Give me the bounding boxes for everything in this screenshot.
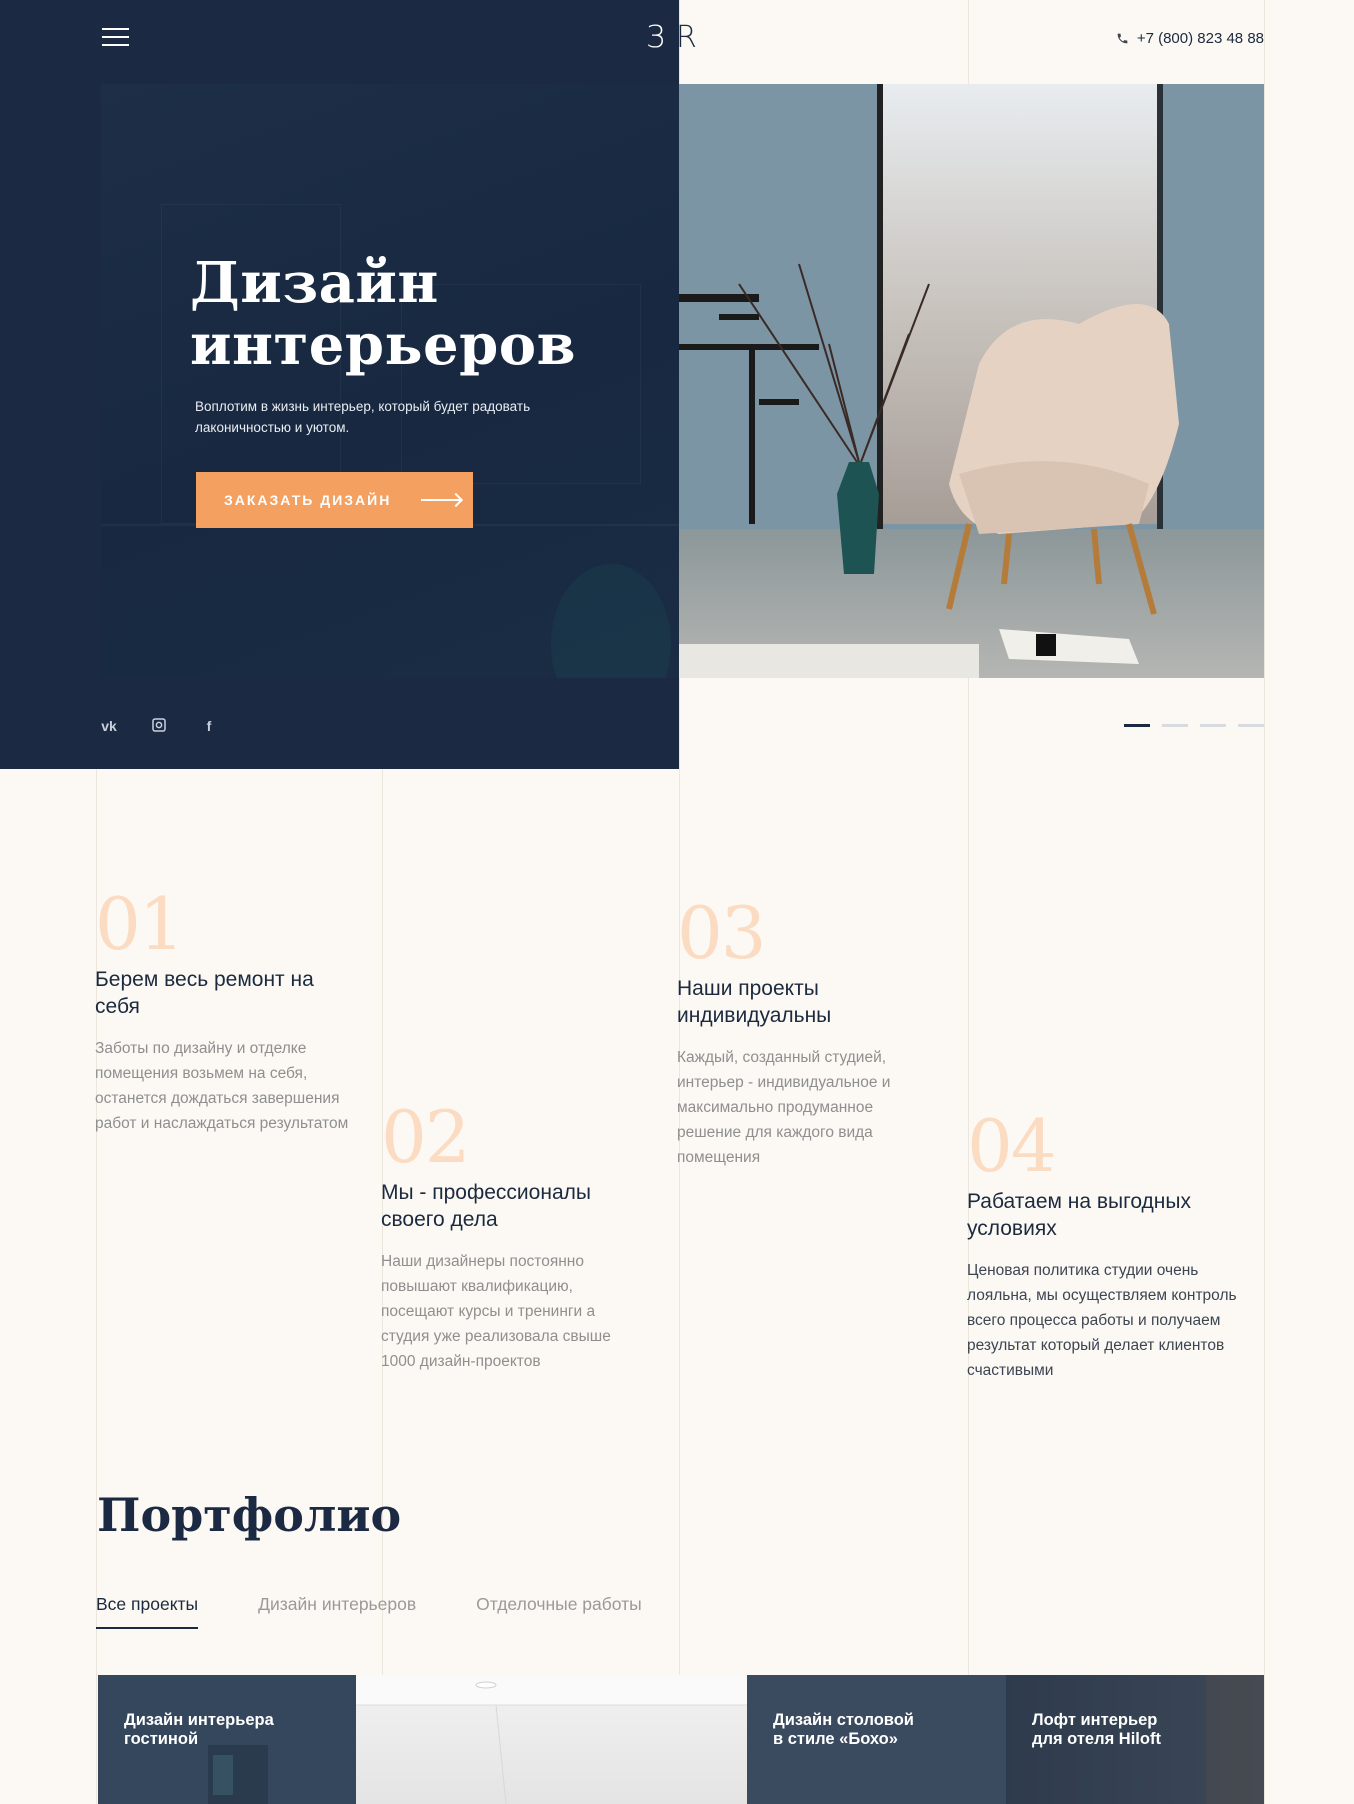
phone-icon: [1117, 33, 1128, 44]
portfolio-card-title: Лофт интерьер для отеля Hiloft: [1032, 1711, 1161, 1749]
portfolio-card-title: Дизайн столовой в стиле «Бохо»: [773, 1711, 914, 1749]
slider-pagination: [1124, 724, 1264, 727]
portfolio-card[interactable]: Дизайн интерьера гостиной: [98, 1675, 356, 1804]
feature-item: 01 Берем весь ремонт на себя Заботы по д…: [95, 888, 355, 1136]
hero-photo: [679, 84, 1264, 678]
tab-all-projects[interactable]: Все проекты: [96, 1594, 199, 1629]
feature-number: 02: [381, 1095, 471, 1179]
portfolio-card-title-line: в стиле «Бохо»: [773, 1730, 898, 1748]
hero-title: Дизайн интерьеров: [190, 252, 576, 376]
feature-item: 03 Наши проекты индивидуальны Каждый, со…: [677, 897, 937, 1170]
slider-dot[interactable]: [1238, 724, 1264, 727]
tab-interior-design[interactable]: Дизайн интерьеров: [258, 1594, 416, 1629]
hero-title-line: Дизайн: [190, 250, 439, 316]
arrow-right-icon: [421, 499, 462, 501]
portfolio-card[interactable]: [356, 1675, 747, 1804]
portfolio-tabs: Все проекты Дизайн интерьеров Отделочные…: [96, 1594, 642, 1629]
feature-number: 04: [967, 1104, 1057, 1188]
feature-number: 01: [95, 882, 185, 966]
logo-letter-left: З: [646, 20, 670, 55]
portfolio-card-title-line: Лофт интерьер: [1032, 1711, 1158, 1729]
tab-finishing-works[interactable]: Отделочные работы: [476, 1594, 642, 1629]
feature-text: Каждый, созданный студией, интерьер - ин…: [677, 1049, 891, 1166]
feature-title: Берем весь ремонт на себя: [95, 968, 314, 1018]
feature-number: 03: [677, 891, 767, 975]
slider-dot[interactable]: [1124, 724, 1150, 727]
instagram-icon[interactable]: [151, 718, 167, 735]
order-design-label: ЗАКАЗАТЬ ДИЗАЙН: [224, 492, 392, 508]
feature-text: Заботы по дизайну и отделке помещения во…: [95, 1040, 349, 1132]
feature-item: 04 Рабатаем на выгодных условиях Ценовая…: [967, 1110, 1257, 1383]
feature-text: Наши дизайнеры постоянно повышают квалиф…: [381, 1253, 611, 1370]
feature-title: Мы - профессионалы своего дела: [381, 1181, 591, 1231]
feature-text: Ценовая политика студии очень лояльна, м…: [967, 1262, 1237, 1379]
hero-subtitle: Воплотим в жизнь интерьер, который будет…: [195, 399, 531, 435]
feature-title: Наши проекты индивидуальны: [677, 977, 832, 1027]
logo-letter-right: R: [676, 20, 701, 55]
facebook-icon[interactable]: f: [201, 718, 217, 735]
slider-dot[interactable]: [1200, 724, 1226, 727]
portfolio-card-title-line: Дизайн столовой: [773, 1711, 914, 1729]
portfolio-title: Портфолио: [97, 1488, 402, 1542]
portfolio-card[interactable]: Дизайн столовой в стиле «Бохо»: [747, 1675, 1006, 1804]
hero-background-image: [101, 84, 679, 678]
portfolio-card-title-line: Дизайн интерьера: [124, 1711, 274, 1729]
order-design-button[interactable]: ЗАКАЗАТЬ ДИЗАЙН: [196, 472, 473, 528]
portfolio-card[interactable]: Лофт интерьер для отеля Hiloft: [1006, 1675, 1264, 1804]
hero-title-line: интерьеров: [190, 312, 577, 378]
slider-dot[interactable]: [1162, 724, 1188, 727]
portfolio-cards: Дизайн интерьера гостиной Дизайн столово…: [98, 1675, 1264, 1804]
phone-number: +7 (800) 823 48 88: [1136, 30, 1264, 47]
portfolio-card-title-line: гостиной: [124, 1730, 199, 1748]
feature-title: Рабатаем на выгодных условиях: [967, 1190, 1191, 1240]
feature-item: 02 Мы - профессионалы своего дела Наши д…: [381, 1101, 641, 1374]
portfolio-card-title-line: для отеля Hiloft: [1032, 1730, 1161, 1748]
social-links: vk f: [101, 718, 217, 735]
hamburger-menu-button[interactable]: [102, 28, 129, 48]
portfolio-card-title: Дизайн интерьера гостиной: [124, 1711, 274, 1749]
vk-icon[interactable]: vk: [101, 718, 117, 735]
grid-line: [1264, 0, 1265, 1804]
phone-link[interactable]: +7 (800) 823 48 88: [1116, 30, 1264, 47]
